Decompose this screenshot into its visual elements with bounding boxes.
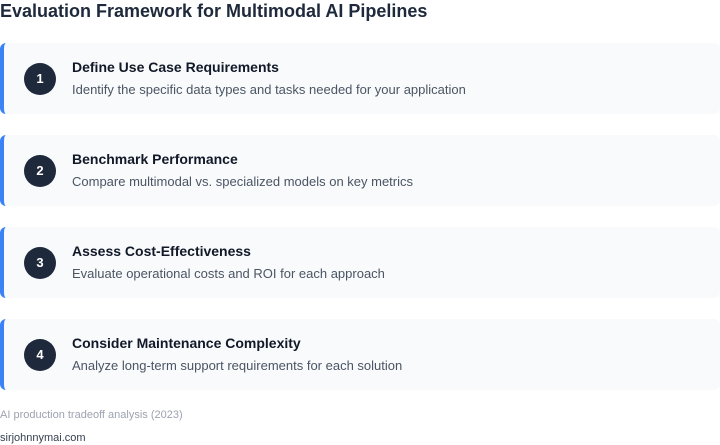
page-title: Evaluation Framework for Multimodal AI P…: [0, 1, 428, 21]
step-list: 1 Define Use Case Requirements Identify …: [0, 43, 720, 411]
step-card-4: 4 Consider Maintenance Complexity Analyz…: [0, 319, 720, 390]
step-card-1: 1 Define Use Case Requirements Identify …: [0, 43, 720, 114]
step-number-badge: 3: [24, 246, 56, 279]
step-description: Compare multimodal vs. specialized model…: [72, 174, 414, 189]
step-title: Consider Maintenance Complexity: [72, 335, 301, 351]
step-title: Assess Cost-Effectiveness: [72, 243, 251, 259]
step-description: Identify the specific data types and tas…: [72, 82, 466, 97]
step-title: Define Use Case Requirements: [72, 59, 279, 75]
step-description: Analyze long-term support requirements f…: [72, 358, 403, 373]
step-number-badge: 1: [24, 62, 56, 95]
step-number-badge: 4: [24, 338, 56, 371]
step-title: Benchmark Performance: [72, 151, 238, 167]
step-card-2: 2 Benchmark Performance Compare multimod…: [0, 135, 720, 206]
step-description: Evaluate operational costs and ROI for e…: [72, 266, 385, 281]
step-card-3: 3 Assess Cost-Effectiveness Evaluate ope…: [0, 227, 720, 298]
source-note: AI production tradeoff analysis (2023): [0, 409, 183, 421]
site-link[interactable]: sirjohnnymai.com: [0, 432, 86, 444]
step-number-badge: 2: [24, 154, 56, 187]
